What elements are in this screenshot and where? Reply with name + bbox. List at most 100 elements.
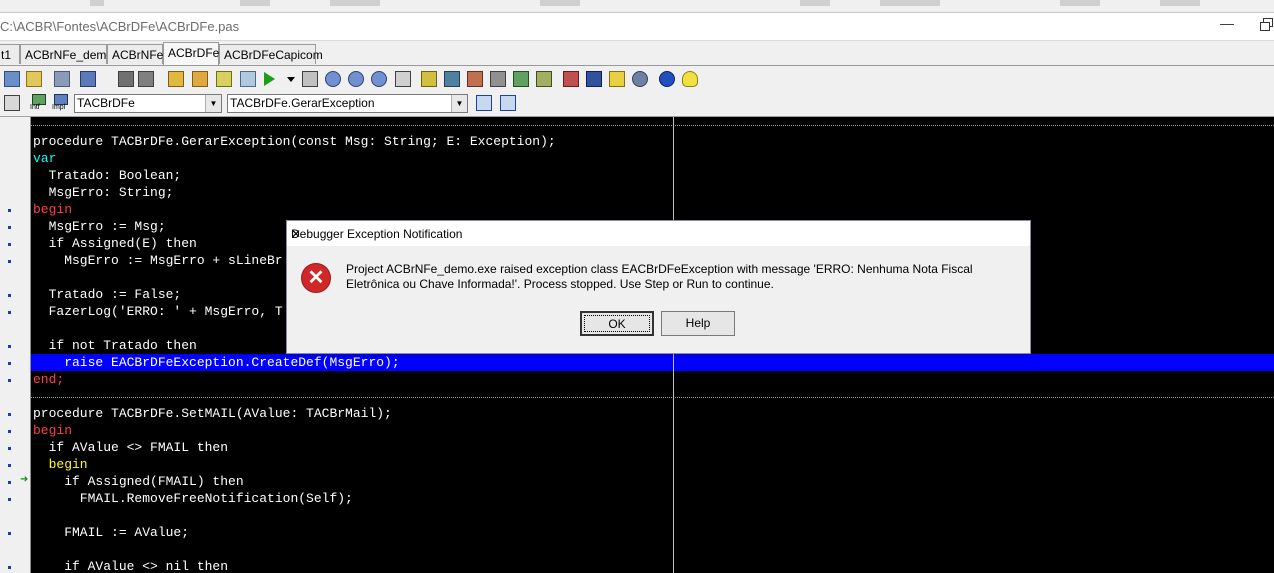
notes-icon[interactable]: [609, 71, 625, 87]
tab-acbrnfe[interactable]: ACBrNFe: [107, 44, 163, 64]
toolbar-icon[interactable]: [330, 0, 380, 6]
breakpoint-dot[interactable]: [8, 294, 11, 297]
dialog-message: Project ACBrNFe_demo.exe raised exceptio…: [346, 262, 973, 291]
breakpoint-dot[interactable]: [8, 362, 11, 365]
code-line[interactable]: begin: [33, 456, 88, 473]
breakpoint-dot[interactable]: [8, 209, 11, 212]
breakpoint-dot[interactable]: [8, 481, 11, 484]
save-all-icon[interactable]: [138, 71, 154, 87]
open-folder-icon[interactable]: [26, 71, 42, 87]
breakpoint-dot[interactable]: [8, 379, 11, 382]
reset-icon[interactable]: [395, 71, 411, 87]
remove-file-icon[interactable]: [192, 71, 208, 87]
class-combo[interactable]: TACBrDFe ▼: [74, 94, 222, 113]
interface-icon[interactable]: Intf: [30, 94, 48, 114]
run-to-cursor-icon[interactable]: [371, 71, 387, 87]
breakpoint-dot[interactable]: [8, 243, 11, 246]
tip-bulb-icon[interactable]: [682, 71, 698, 87]
dialog-title-bar[interactable]: Debugger Exception Notification ✕: [287, 221, 1030, 246]
toggle-form-icon[interactable]: [80, 71, 96, 87]
breakpoint-dot[interactable]: [8, 311, 11, 314]
code-line[interactable]: MsgErro := Msg;: [33, 218, 166, 235]
component-icon[interactable]: [421, 71, 437, 87]
settings-gear-icon[interactable]: [632, 71, 648, 87]
toolbar-icon[interactable]: [240, 0, 270, 6]
code-line[interactable]: begin: [33, 422, 72, 439]
run-dropdown-icon[interactable]: [287, 77, 295, 82]
close-icon[interactable]: ✕: [291, 227, 1022, 241]
code-explorer-icon[interactable]: [4, 95, 20, 111]
breakpoint-dot[interactable]: [8, 430, 11, 433]
toolbar-icon[interactable]: [540, 0, 580, 6]
options-icon[interactable]: [240, 71, 256, 87]
add-file-icon[interactable]: [168, 71, 184, 87]
breakpoint-dot[interactable]: [8, 566, 11, 569]
top-toolbar-strip: [0, 0, 1274, 13]
wizard-icon[interactable]: [536, 71, 552, 87]
restore-button[interactable]: [1258, 16, 1274, 34]
method-combo-value: TACBrDFe.GerarException: [230, 96, 375, 110]
code-line[interactable]: procedure TACBrDFe.SetMAIL(AValue: TACBr…: [33, 405, 392, 422]
code-line[interactable]: FMAIL.RemoveFreeNotification(Self);: [33, 490, 353, 507]
breakpoint-dot[interactable]: [8, 413, 11, 416]
code-line[interactable]: Tratado: Boolean;: [33, 167, 182, 184]
code-line[interactable]: if Assigned(FMAIL) then: [33, 473, 243, 490]
toolbar-icon[interactable]: [90, 0, 104, 6]
code-line[interactable]: begin: [33, 201, 72, 218]
new-file-icon[interactable]: [4, 71, 20, 87]
editor-gutter[interactable]: ➜: [0, 117, 31, 573]
minimize-button[interactable]: —: [1216, 15, 1238, 35]
code-line[interactable]: var: [33, 150, 56, 167]
step-over-icon[interactable]: [348, 71, 364, 87]
code-line[interactable]: FMAIL := AValue;: [33, 524, 189, 541]
toolbar-icon[interactable]: [1060, 0, 1100, 6]
code-line[interactable]: if AValue <> nil then: [33, 558, 228, 573]
tab-acbrdfecapicom[interactable]: ACBrDFeCapicom: [219, 44, 323, 64]
help-button[interactable]: Help: [661, 311, 735, 336]
breakpoint-dot[interactable]: [8, 532, 11, 535]
code-line[interactable]: MsgErro := MsgErro + sLineBr: [33, 252, 282, 269]
implementation-icon[interactable]: Impl: [52, 94, 70, 114]
breakpoint-dot[interactable]: [8, 447, 11, 450]
tab-acbrdfe[interactable]: ACBrDFe: [163, 42, 219, 65]
code-line[interactable]: Tratado := False;: [33, 286, 182, 303]
code-line[interactable]: if AValue <> FMAIL then: [33, 439, 228, 456]
breakpoint-dot[interactable]: [8, 498, 11, 501]
code-line[interactable]: end;: [33, 371, 64, 388]
toolbar-icon[interactable]: [800, 0, 830, 6]
history-icon[interactable]: [563, 71, 579, 87]
error-icon: ✕: [301, 263, 331, 293]
edit-icon[interactable]: [467, 71, 483, 87]
align-left-icon[interactable]: [476, 95, 492, 111]
breakpoint-dot[interactable]: [8, 345, 11, 348]
code-line[interactable]: FazerLog('ERRO: ' + MsgErro, T: [33, 303, 283, 320]
tools-icon[interactable]: [513, 71, 529, 87]
method-combo[interactable]: TACBrDFe.GerarException ▼: [227, 94, 468, 113]
module-icon[interactable]: [586, 71, 602, 87]
chevron-down-icon[interactable]: ▼: [205, 95, 221, 112]
inspector-icon[interactable]: [444, 71, 460, 87]
trace-into-icon[interactable]: [325, 71, 341, 87]
code-line[interactable]: if Assigned(E) then: [33, 235, 197, 252]
save-icon[interactable]: [118, 71, 134, 87]
toolbar-icon[interactable]: [880, 0, 940, 6]
project-icon[interactable]: [54, 71, 70, 87]
package-icon[interactable]: [490, 71, 506, 87]
current-code-line[interactable]: raise EACBrDFeException.CreateDef(MsgErr…: [33, 354, 399, 371]
align-right-icon[interactable]: [500, 95, 516, 111]
chevron-down-icon[interactable]: ▼: [451, 95, 467, 112]
run-icon[interactable]: [264, 72, 275, 86]
pause-icon[interactable]: [302, 71, 318, 87]
breakpoint-dot[interactable]: [8, 464, 11, 467]
code-line[interactable]: if not Tratado then: [33, 337, 197, 354]
breakpoint-dot[interactable]: [8, 260, 11, 263]
help-icon[interactable]: [659, 71, 675, 87]
tab-acbrnfe-demo[interactable]: ACBrNFe_demo: [20, 44, 113, 64]
code-line[interactable]: MsgErro: String;: [33, 184, 174, 201]
code-line[interactable]: procedure TACBrDFe.GerarException(const …: [33, 133, 556, 150]
toolbar-icon[interactable]: [1160, 0, 1200, 6]
tab-unit1[interactable]: t1: [0, 44, 20, 64]
ok-button[interactable]: OK: [580, 311, 654, 336]
check-icon[interactable]: [216, 71, 232, 87]
breakpoint-dot[interactable]: [8, 226, 11, 229]
